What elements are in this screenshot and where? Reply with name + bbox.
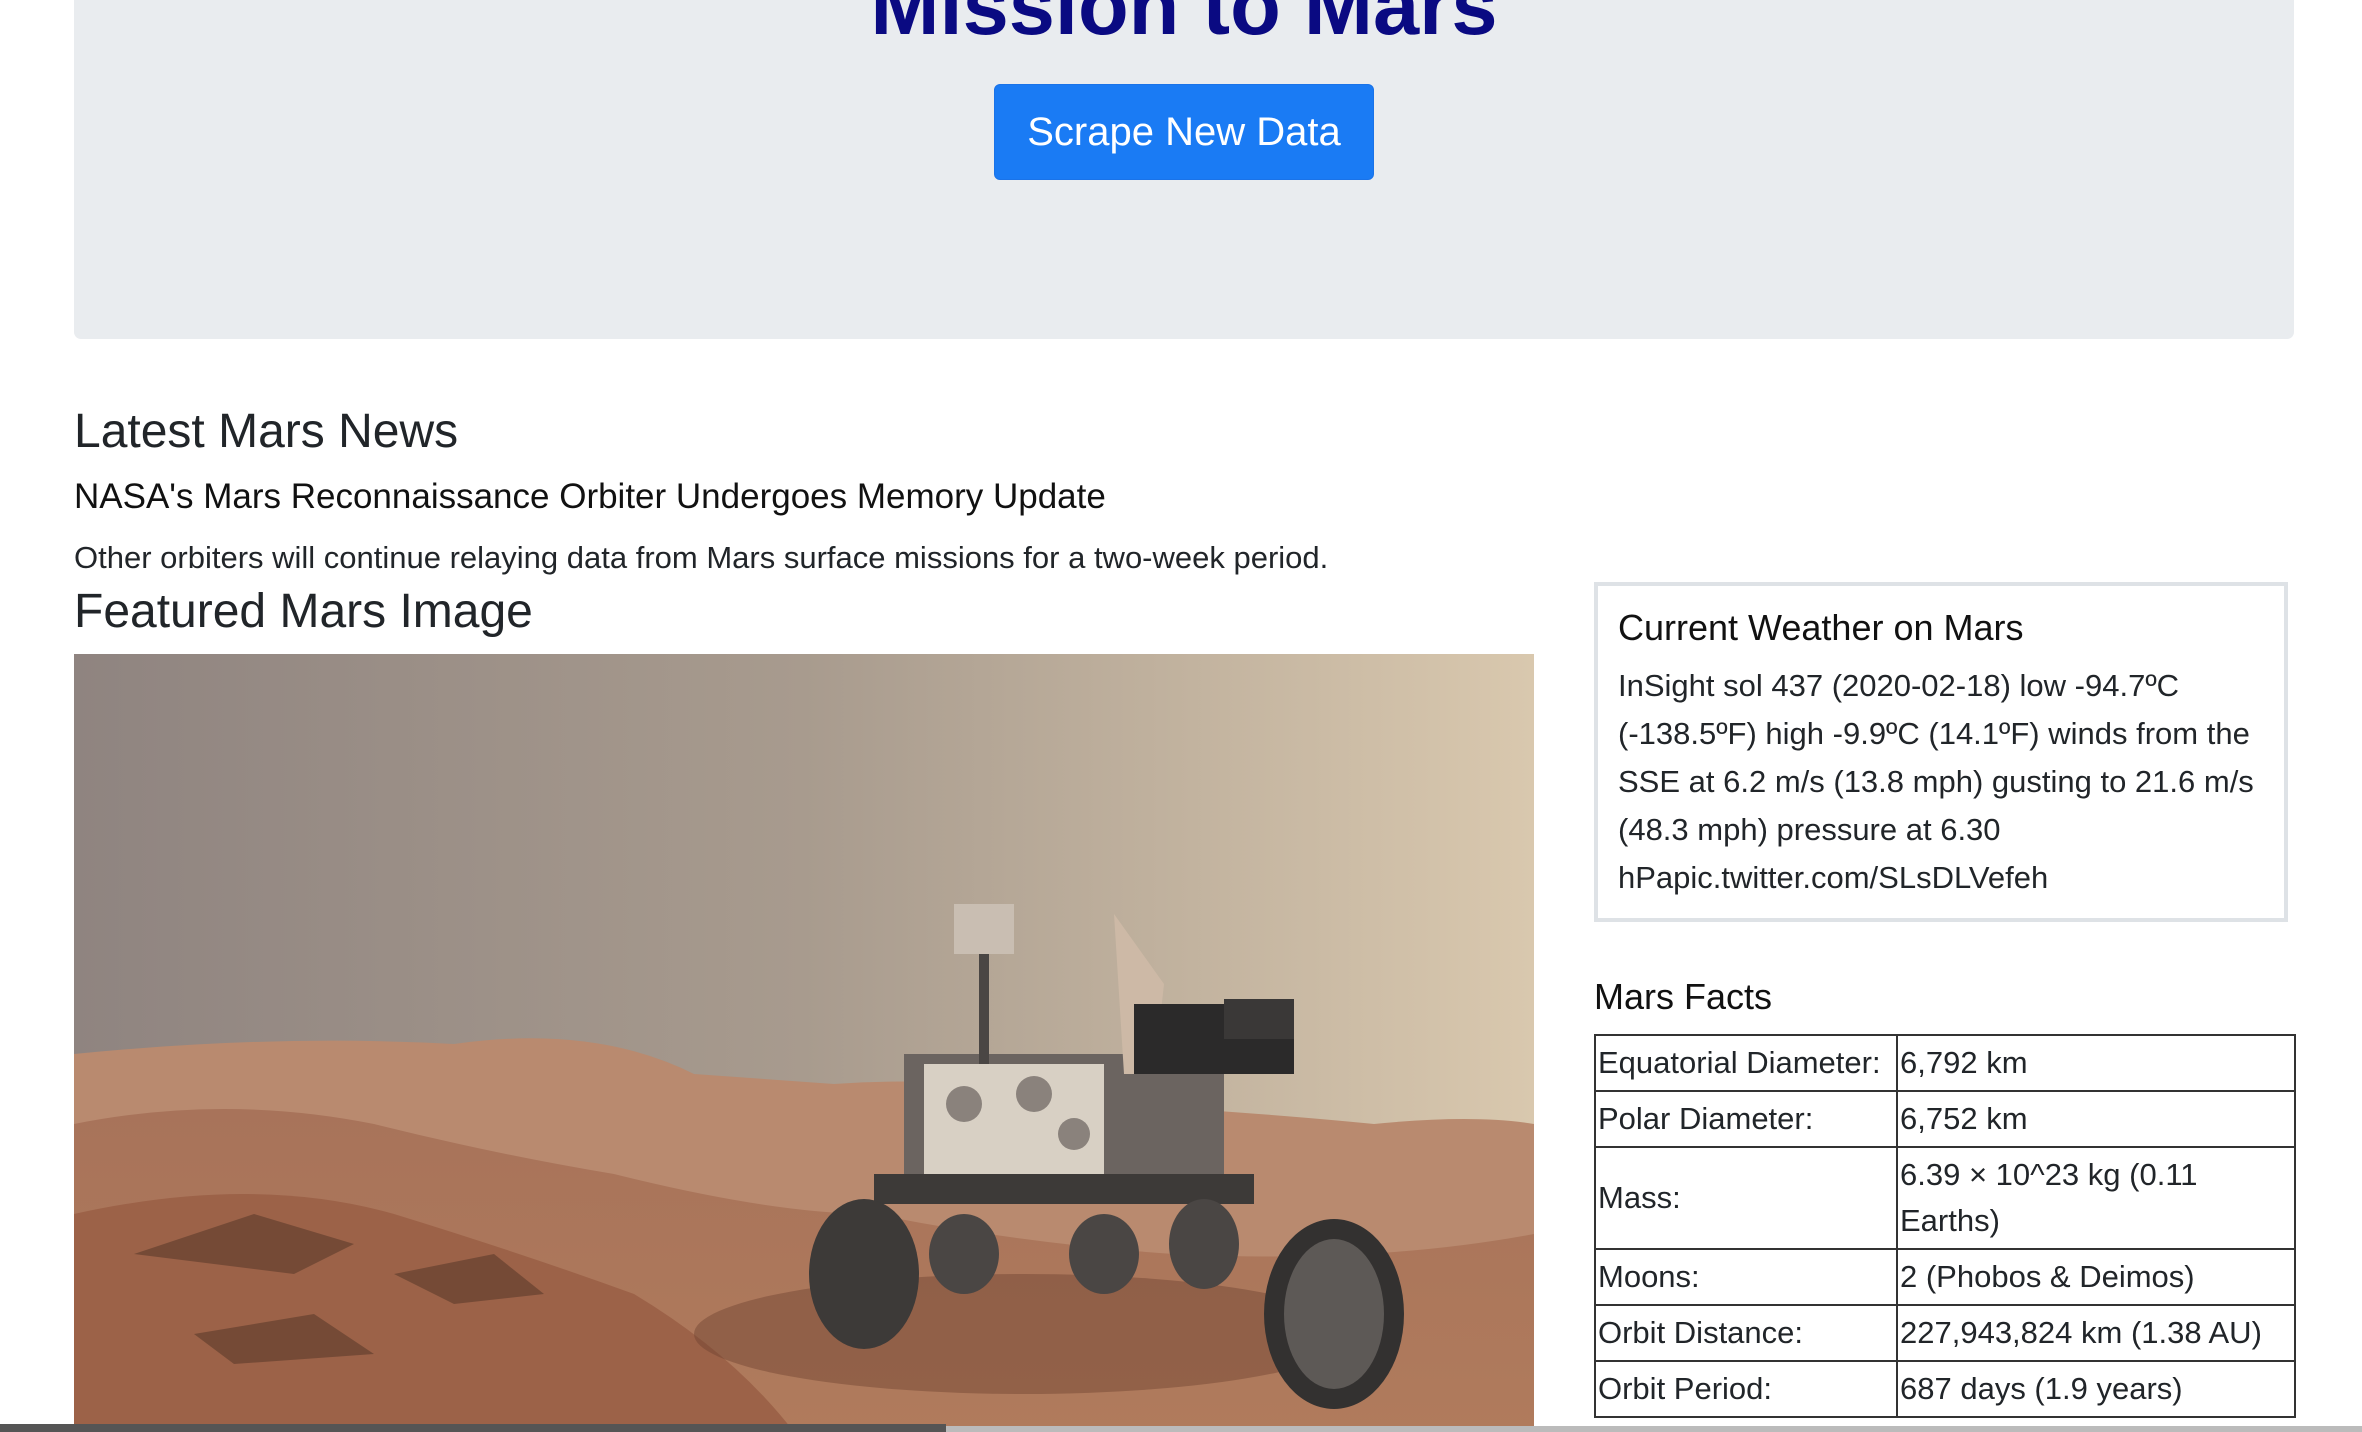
bottom-scrollbar-track[interactable] [946,1426,2362,1432]
fact-value: 6.39 × 10^23 kg (0.11 Earths) [1896,1146,2296,1250]
fact-label: Mass: [1594,1146,1898,1250]
fact-label: Orbit Period: [1594,1360,1898,1418]
table-row: Orbit Period: 687 days (1.9 years) [1594,1360,2296,1418]
table-row: Mass: 6.39 × 10^23 kg (0.11 Earths) [1594,1146,2296,1250]
mars-facts-table: Equatorial Diameter: 6,792 km Polar Diam… [1594,1034,2296,1418]
news-title: NASA's Mars Reconnaissance Orbiter Under… [74,477,1106,516]
table-row: Polar Diameter: 6,752 km [1594,1090,2296,1148]
fact-label: Equatorial Diameter: [1594,1034,1898,1092]
table-row: Orbit Distance: 227,943,824 km (1.38 AU) [1594,1304,2296,1362]
weather-text: InSight sol 437 (2020-02-18) low -94.7ºC… [1618,668,2254,895]
fact-label: Polar Diameter: [1594,1090,1898,1148]
fact-value: 687 days (1.9 years) [1896,1360,2296,1418]
table-row: Moons: 2 (Phobos & Deimos) [1594,1248,2296,1306]
weather-card: Current Weather on Mars InSight sol 437 … [1594,582,2288,922]
scrape-new-data-button[interactable]: Scrape New Data [994,84,1374,180]
featured-mars-image [74,654,1534,1432]
table-row: Equatorial Diameter: 6,792 km [1594,1034,2296,1092]
fact-value: 2 (Phobos & Deimos) [1896,1248,2296,1306]
weather-heading: Current Weather on Mars [1618,607,2024,648]
bottom-scrollbar-thumb[interactable] [0,1424,946,1432]
latest-news-heading: Latest Mars News [74,405,459,458]
featured-image-heading: Featured Mars Image [74,585,533,638]
page-title: Mission to Mars [870,0,1498,52]
jumbotron-header: Mission to Mars Scrape New Data [74,0,2294,339]
fact-label: Orbit Distance: [1594,1304,1898,1362]
fact-value: 6,752 km [1896,1090,2296,1148]
page: Mission to Mars Scrape New Data Latest M… [0,0,2362,1432]
rover-selfie-image [74,654,1534,1432]
news-teaser: Other orbiters will continue relaying da… [74,540,1329,575]
fact-value: 6,792 km [1896,1034,2296,1092]
fact-value: 227,943,824 km (1.38 AU) [1896,1304,2296,1362]
fact-label: Moons: [1594,1248,1898,1306]
mars-facts-heading: Mars Facts [1594,976,1773,1017]
